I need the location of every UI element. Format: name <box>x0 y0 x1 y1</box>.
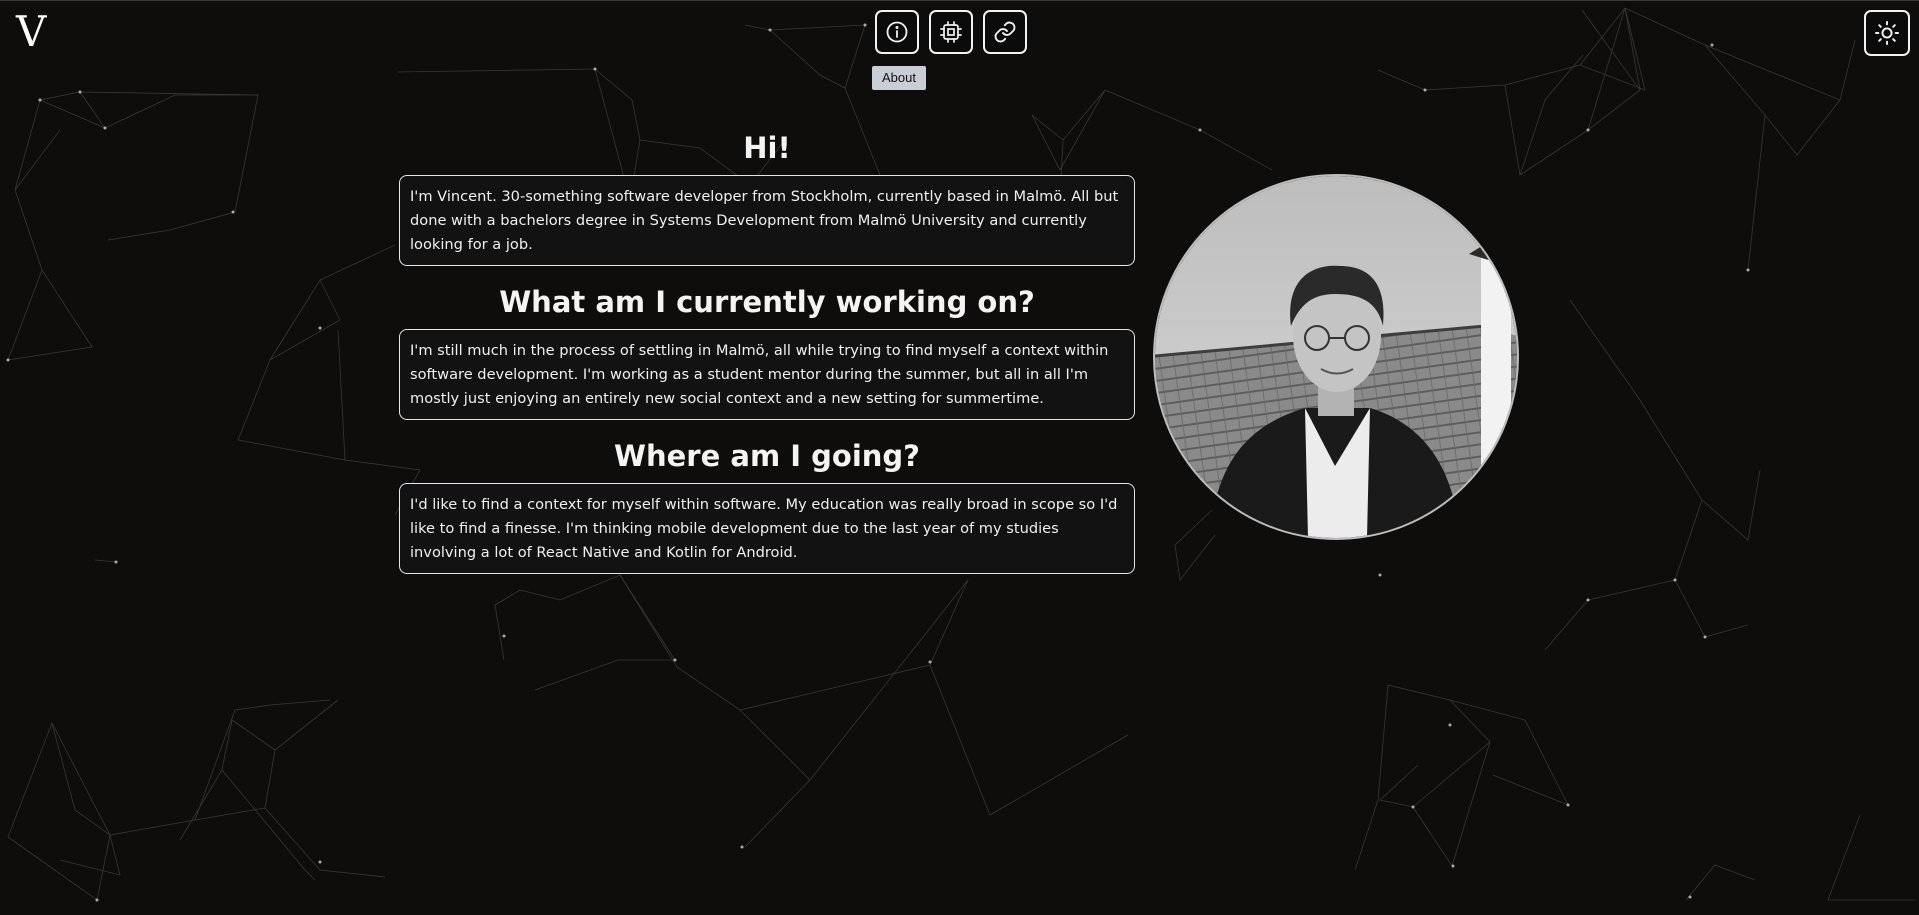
projects-nav-button[interactable] <box>929 10 973 54</box>
future-heading: Where am I going? <box>614 439 920 473</box>
top-navigation <box>875 10 1027 54</box>
site-logo[interactable]: V <box>16 6 46 58</box>
intro-heading: Hi! <box>743 131 791 165</box>
link-icon <box>994 21 1016 43</box>
theme-toggle-button[interactable] <box>1864 10 1910 56</box>
profile-photo <box>1153 174 1519 540</box>
intro-text: I'm Vincent. 30-something software devel… <box>410 188 1119 253</box>
current-work-heading: What am I currently working on? <box>499 285 1035 319</box>
future-card: I'd like to find a context for myself wi… <box>399 483 1135 574</box>
nav-tooltip: About <box>872 66 926 90</box>
links-nav-button[interactable] <box>983 10 1027 54</box>
about-content: Hi! I'm Vincent. 30-something software d… <box>399 126 1135 588</box>
about-nav-button[interactable] <box>875 10 919 54</box>
sun-icon <box>1874 20 1900 46</box>
intro-card: I'm Vincent. 30-something software devel… <box>399 175 1135 266</box>
current-work-card: I'm still much in the process of settlin… <box>399 329 1135 420</box>
chip-icon <box>940 21 962 43</box>
future-text: I'd like to find a context for myself wi… <box>410 496 1118 561</box>
info-icon <box>886 21 908 43</box>
current-work-text: I'm still much in the process of settlin… <box>410 342 1109 407</box>
